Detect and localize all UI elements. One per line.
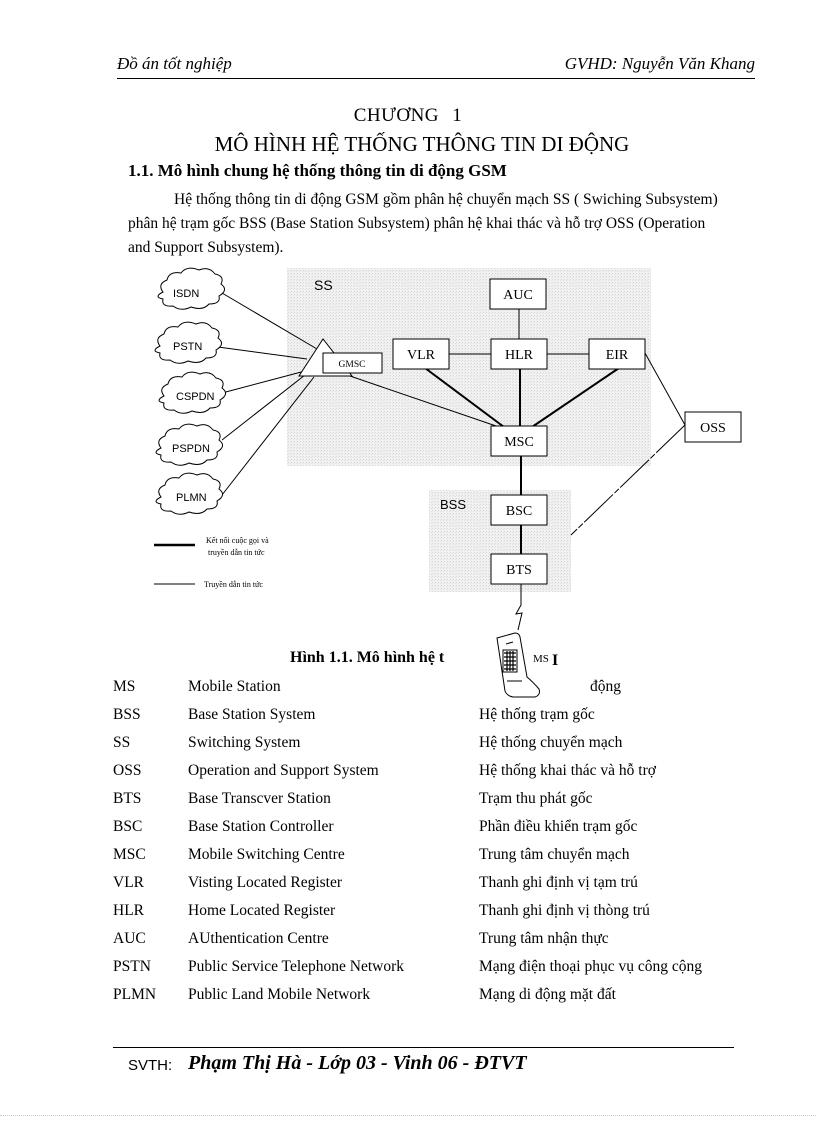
legend-thin-label: Truyền dẫn tin tức: [204, 580, 263, 589]
node-eir: EIR: [588, 338, 646, 370]
glossary-abbr: SS: [113, 734, 131, 751]
node-hlr-label: HLR: [505, 348, 534, 363]
glossary-abbr: MSC: [113, 846, 146, 863]
glossary-abbr: PLMN: [113, 986, 157, 1003]
node-vlr: VLR: [392, 338, 450, 370]
glossary-english: Mobile Station: [188, 678, 281, 695]
glossary-abbr: AUC: [113, 930, 146, 947]
cloud-isdn: ISDN: [157, 267, 225, 310]
figure-caption: Hình 1.1. Mô hình hệ t: [290, 649, 445, 666]
glossary-vietnamese: Hệ thống khai thác và hỗ trợ: [479, 762, 656, 779]
glossary-abbr: BSC: [113, 818, 143, 835]
node-bts-label: BTS: [506, 563, 532, 578]
glossary-english: AUthentication Centre: [188, 930, 329, 947]
gmsc-label: GMSC: [339, 360, 366, 370]
cloud-label-pstn: PSTN: [173, 341, 202, 353]
mobile-phone-icon: [496, 632, 540, 698]
node-msc-label: MSC: [504, 435, 534, 450]
node-vlr-label: VLR: [407, 348, 436, 363]
glossary-abbr: PSTN: [113, 958, 151, 975]
node-oss: OSS: [684, 411, 742, 443]
glossary-english: Operation and Support System: [188, 762, 379, 779]
glossary-abbr: HLR: [113, 902, 144, 919]
ss-region-label: SS: [314, 277, 333, 293]
cloud-label-plmn: PLMN: [176, 492, 207, 504]
footer-rule: [113, 1047, 734, 1048]
footer-label: SVTH:: [128, 1057, 173, 1074]
cloud-label-isdn: ISDN: [173, 288, 199, 300]
cloud-pstn: PSTN: [154, 321, 222, 364]
glossary-abbr: BSS: [113, 706, 141, 723]
glossary-english: Visting Located Register: [188, 874, 343, 891]
page-edge: [0, 1115, 816, 1116]
glossary-abbr: MS: [113, 678, 136, 695]
glossary-vietnamese: Mạng điện thoại phục vụ công cộng: [479, 958, 702, 975]
node-hlr: HLR: [490, 338, 548, 370]
glossary-vietnamese: Thanh ghi định vị tạm trú: [479, 874, 638, 891]
glossary-abbr: VLR: [113, 874, 144, 891]
cloud-plmn: PLMN: [155, 472, 223, 515]
node-bts: BTS: [490, 553, 548, 585]
node-msc: MSC: [490, 425, 548, 457]
glossary-vietnamese: Trung tâm nhận thực: [479, 930, 609, 947]
glossary-vietnamese: Thanh ghi định vị thòng trú: [479, 902, 650, 919]
gsm-architecture-diagram: SS BSS ISDN PSTN CSPDN PSPDN PLMN GMSC A…: [154, 267, 742, 698]
glossary-vietnamese: động: [590, 678, 621, 695]
ms-suffix: I: [552, 652, 558, 669]
glossary-vietnamese: Trung tâm chuyển mạch: [479, 846, 630, 863]
cloud-label-pspdn: PSPDN: [172, 443, 210, 455]
glossary-vietnamese: Trạm thu phát gốc: [479, 790, 593, 807]
cloud-cspdn: CSPDN: [158, 371, 226, 414]
glossary-english: Base Station Controller: [188, 818, 334, 835]
glossary-english: Public Service Telephone Network: [188, 958, 405, 975]
glossary-abbr: BTS: [113, 790, 142, 807]
glossary-english: Public Land Mobile Network: [188, 986, 371, 1003]
bss-region-label: BSS: [440, 497, 466, 512]
glossary-vietnamese: Hệ thống chuyển mạch: [479, 734, 623, 751]
glossary-vietnamese: Phần điều khiển trạm gốc: [479, 818, 638, 835]
legend-thick-label-1: Kết nối cuộc gọi và: [206, 536, 269, 545]
node-bsc: BSC: [490, 494, 548, 526]
legend-thick-label-2: truyền dẫn tin tức: [208, 548, 265, 557]
footer-author: Phạm Thị Hà - Lớp 03 - Vinh 06 - ĐTVT: [188, 1052, 527, 1074]
glossary-english: Base Transcver Station: [188, 790, 331, 807]
glossary-english: Switching System: [188, 734, 301, 751]
cloud-label-cspdn: CSPDN: [176, 391, 215, 403]
node-auc-label: AUC: [503, 288, 533, 303]
glossary-vietnamese: Mạng di động mặt đất: [479, 986, 616, 1003]
glossary-english: Mobile Switching Centre: [188, 846, 345, 863]
node-oss-label: OSS: [700, 421, 726, 436]
glossary-english: Base Station System: [188, 706, 316, 723]
glossary-vietnamese: Hệ thống trạm gốc: [479, 706, 595, 723]
node-bsc-label: BSC: [506, 504, 532, 519]
node-eir-label: EIR: [606, 348, 629, 363]
node-auc: AUC: [489, 278, 547, 310]
glossary-abbr: OSS: [113, 762, 142, 779]
cloud-pspdn: PSPDN: [155, 423, 223, 466]
ms-label: MS: [533, 653, 549, 665]
glossary-english: Home Located Register: [188, 902, 336, 919]
